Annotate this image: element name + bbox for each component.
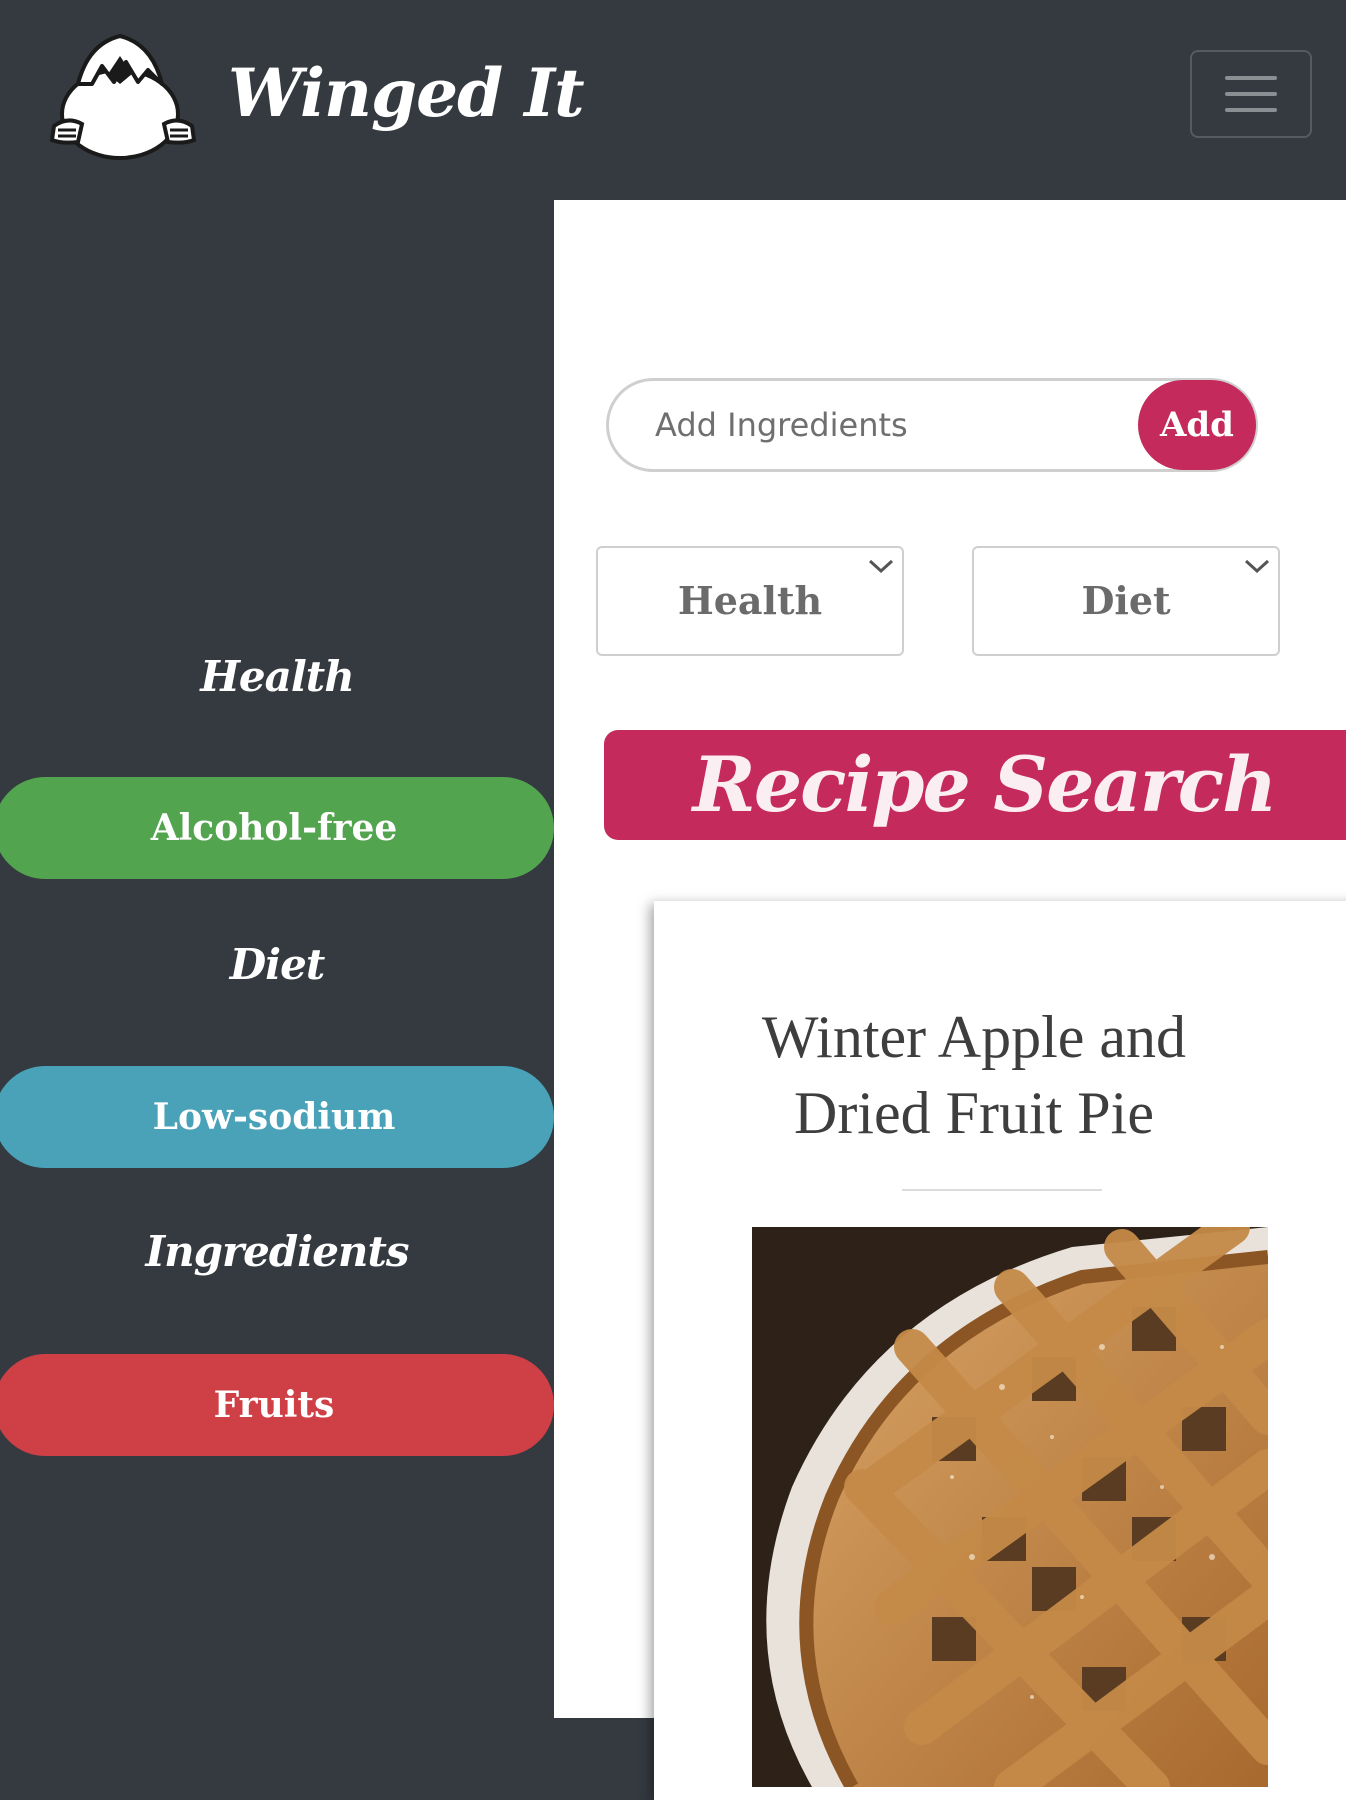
- title-divider: [902, 1189, 1102, 1191]
- ingredient-filter-pill[interactable]: Fruits: [0, 1354, 554, 1456]
- chick-logo-icon[interactable]: [48, 26, 198, 160]
- hamburger-menu-icon: [1225, 76, 1277, 112]
- sidebar: Health Alcohol-free Diet Low-sodium Ingr…: [0, 200, 554, 1718]
- navbar-toggler-button[interactable]: [1190, 50, 1312, 138]
- navbar: Winged It: [0, 0, 1346, 200]
- chevron-down-icon: [868, 559, 894, 574]
- diet-select[interactable]: Diet: [972, 546, 1280, 656]
- recipe-title-line-2: Dried Fruit Pie: [794, 1080, 1154, 1146]
- recipe-image[interactable]: [752, 1227, 1268, 1787]
- recipe-title[interactable]: Winter Apple and Dried Fruit Pie: [684, 999, 1264, 1151]
- recipe-search-button[interactable]: Recipe Search: [604, 730, 1346, 840]
- recipe-title-line-1: Winter Apple and: [761, 1004, 1187, 1070]
- ingredient-search-input[interactable]: [653, 397, 1123, 453]
- add-ingredient-button[interactable]: Add: [1138, 380, 1256, 470]
- diet-filter-pill[interactable]: Low-sodium: [0, 1066, 554, 1168]
- diet-select-label: Diet: [1081, 578, 1171, 623]
- chevron-down-icon: [1244, 559, 1270, 574]
- recipe-card[interactable]: Winter Apple and Dried Fruit Pie: [654, 900, 1346, 1800]
- sidebar-heading-health: Health: [200, 652, 355, 701]
- brand-title[interactable]: Winged It: [228, 48, 585, 138]
- health-select[interactable]: Health: [596, 546, 904, 656]
- sidebar-heading-ingredients: Ingredients: [145, 1227, 409, 1276]
- sidebar-heading-diet: Diet: [229, 940, 326, 989]
- ingredient-search-box: Add: [606, 378, 1258, 472]
- main-content: Add Health Diet Recipe Search Winter App…: [554, 200, 1346, 1800]
- health-select-label: Health: [677, 578, 823, 623]
- health-filter-pill[interactable]: Alcohol-free: [0, 777, 554, 879]
